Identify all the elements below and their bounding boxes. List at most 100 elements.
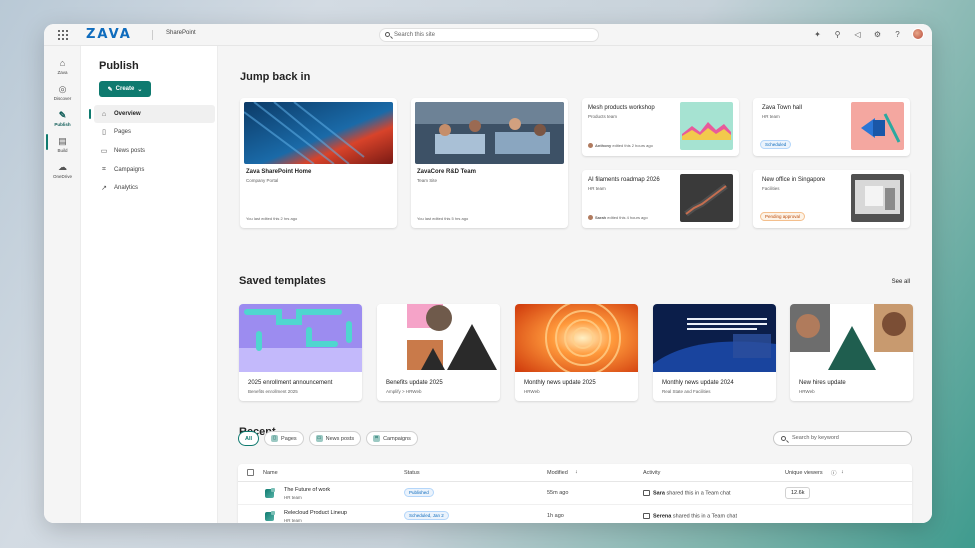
rail-item-onedrive[interactable]: ☁ OneDrive: [44, 162, 81, 179]
active-indicator: [89, 109, 91, 119]
recent-filters: All ▯ Pages ▭ News posts ⌗ Campaigns: [238, 431, 418, 446]
rail-item-publish[interactable]: ✎ Publish: [44, 110, 81, 127]
home-icon: ⌂: [59, 58, 66, 68]
card-subtitle: HR team: [588, 186, 606, 191]
row-activity: Sara shared this in a Team chat: [643, 490, 731, 496]
chevron-down-icon: ⌄: [137, 86, 143, 93]
card-thumbnail: [680, 102, 733, 150]
divider: [152, 30, 153, 40]
table-header: Name Status Modified ↓ Activity Unique v…: [238, 464, 912, 482]
copilot-icon[interactable]: ✦: [812, 29, 823, 40]
share-icon[interactable]: ⚲: [832, 29, 843, 40]
page-card[interactable]: New office in Singapore Facilities Pendi…: [753, 170, 910, 228]
template-title: Benefits update 2025: [386, 380, 443, 386]
column-modified[interactable]: Modified: [547, 470, 568, 476]
rail-item-zava[interactable]: ⌂ Zava: [44, 58, 81, 75]
create-button[interactable]: ✎ Create ⌄: [99, 81, 151, 97]
viewers-badge: 12.6k: [785, 487, 811, 499]
column-unique-viewers[interactable]: Unique viewers: [785, 470, 823, 476]
nav-item-overview[interactable]: ⌂ Overview: [89, 105, 215, 123]
activity-actor: Serena: [653, 513, 672, 520]
info-icon[interactable]: ⓘ: [831, 469, 837, 477]
column-name[interactable]: Name: [263, 470, 278, 476]
search-icon: [781, 436, 786, 441]
template-card[interactable]: Monthly news update 2025 HRWeb: [515, 304, 638, 401]
row-modified: 55m ago: [547, 490, 569, 496]
app-name[interactable]: SharePoint: [166, 30, 196, 36]
card-thumbnail: [851, 102, 904, 150]
filter-pages[interactable]: ▯ Pages: [264, 431, 304, 446]
column-activity[interactable]: Activity: [643, 470, 660, 476]
nav-item-pages[interactable]: ▯ Pages: [94, 123, 215, 141]
campaign-icon: ⌗: [102, 166, 106, 173]
megaphone-icon[interactable]: ◁: [852, 29, 863, 40]
template-card[interactable]: New hires update HRWeb: [790, 304, 913, 401]
app-window: ZAVA SharePoint Search this site ✦ ⚲ ◁ ⚙…: [44, 24, 932, 523]
page-card[interactable]: AI filaments roadmap 2026 HR team Sarah …: [582, 170, 739, 228]
site-search-input[interactable]: Search this site: [379, 28, 599, 42]
app-launcher-icon[interactable]: [58, 30, 68, 40]
filter-news-posts[interactable]: ▭ News posts: [308, 431, 362, 446]
filter-all[interactable]: All: [238, 431, 260, 446]
filter-label: News posts: [325, 435, 355, 442]
template-subtitle: HRWeb: [799, 389, 815, 394]
rail-item-build[interactable]: ▤ Build: [44, 136, 81, 153]
filter-campaigns[interactable]: ⌗ Campaigns: [366, 431, 418, 446]
sort-arrow-icon[interactable]: ↓: [575, 469, 578, 475]
nav-item-news-posts[interactable]: ▭ News posts: [94, 142, 215, 160]
filter-label: Campaigns: [383, 435, 411, 442]
activity-text: shared this in a Team chat: [666, 490, 731, 497]
rail-item-discover[interactable]: ◎ Discover: [44, 84, 81, 101]
activity-text: shared this in a Team chat: [672, 513, 737, 520]
table-row[interactable]: The Future of work HR team Published 55m…: [238, 482, 912, 505]
site-card[interactable]: ZavaCore R&D Team Team Site You last edi…: [411, 98, 568, 228]
status-badge: Pending approval: [760, 212, 806, 221]
sort-arrow-icon[interactable]: ↓: [841, 469, 844, 475]
avatar[interactable]: [912, 28, 924, 40]
meta-author: Anthony: [595, 143, 612, 148]
card-subtitle: Products team: [588, 114, 618, 119]
row-name[interactable]: Relecloud Product Lineup: [284, 510, 347, 516]
rail-item-label: Zava: [57, 70, 68, 75]
template-card[interactable]: Benefits update 2025 Amplify > HRWeb: [377, 304, 500, 401]
page-card[interactable]: Mesh products workshop Products team Ant…: [582, 98, 739, 156]
page-icon: ▯: [271, 435, 279, 442]
nav-item-analytics[interactable]: ↗ Analytics: [94, 179, 215, 197]
nav-item-campaigns[interactable]: ⌗ Campaigns: [94, 161, 215, 179]
card-meta: You last edited this 2 hrs ago: [246, 216, 298, 221]
gear-icon[interactable]: ⚙: [872, 29, 883, 40]
avatar: [588, 143, 593, 149]
top-bar: ZAVA SharePoint Search this site ✦ ⚲ ◁ ⚙…: [44, 24, 932, 46]
card-title: New office in Singapore: [762, 177, 826, 183]
rail-item-label: OneDrive: [52, 174, 72, 179]
brand-logo[interactable]: ZAVA: [86, 27, 132, 42]
template-thumbnail: [239, 304, 362, 372]
help-icon[interactable]: ?: [892, 29, 903, 40]
site-card[interactable]: Zava SharePoint Home Company Portal You …: [240, 98, 397, 228]
row-modified: 1h ago: [547, 513, 564, 519]
row-name[interactable]: The Future of work: [284, 487, 330, 493]
page-card[interactable]: Zava Town hall HR team Scheduled: [753, 98, 910, 156]
site-thumbnail: [415, 102, 564, 164]
template-title: 2025 enrollment announcement: [248, 380, 333, 386]
page-icon: [265, 488, 275, 498]
template-card[interactable]: Monthly news update 2024 Real State and …: [653, 304, 776, 401]
card-thumbnail: [851, 174, 904, 222]
template-subtitle: Real State and Facilities: [662, 389, 711, 394]
template-subtitle: Amplify > HRWeb: [386, 389, 422, 394]
cloud-icon: ☁: [58, 162, 67, 172]
keyword-search-input[interactable]: Search by keyword: [773, 431, 912, 446]
search-placeholder: Search by keyword: [792, 435, 839, 441]
news-icon: ▭: [100, 148, 108, 155]
see-all-link[interactable]: See all: [892, 279, 910, 285]
select-all-checkbox[interactable]: [247, 469, 254, 476]
table-row[interactable]: Relecloud Product Lineup HR team Schedul…: [238, 505, 912, 523]
template-card[interactable]: 2025 enrollment announcement Benefits en…: [239, 304, 362, 401]
app-rail: ⌂ Zava ◎ Discover ✎ Publish ▤ Build ☁ On…: [44, 46, 81, 523]
page-icon: ▯: [102, 129, 106, 136]
nav-item-label: Analytics: [114, 185, 139, 191]
card-subtitle: Facilities: [762, 186, 780, 191]
saved-templates-heading: Saved templates: [239, 275, 326, 287]
column-status[interactable]: Status: [404, 470, 420, 476]
layout-icon: ▤: [58, 136, 67, 146]
